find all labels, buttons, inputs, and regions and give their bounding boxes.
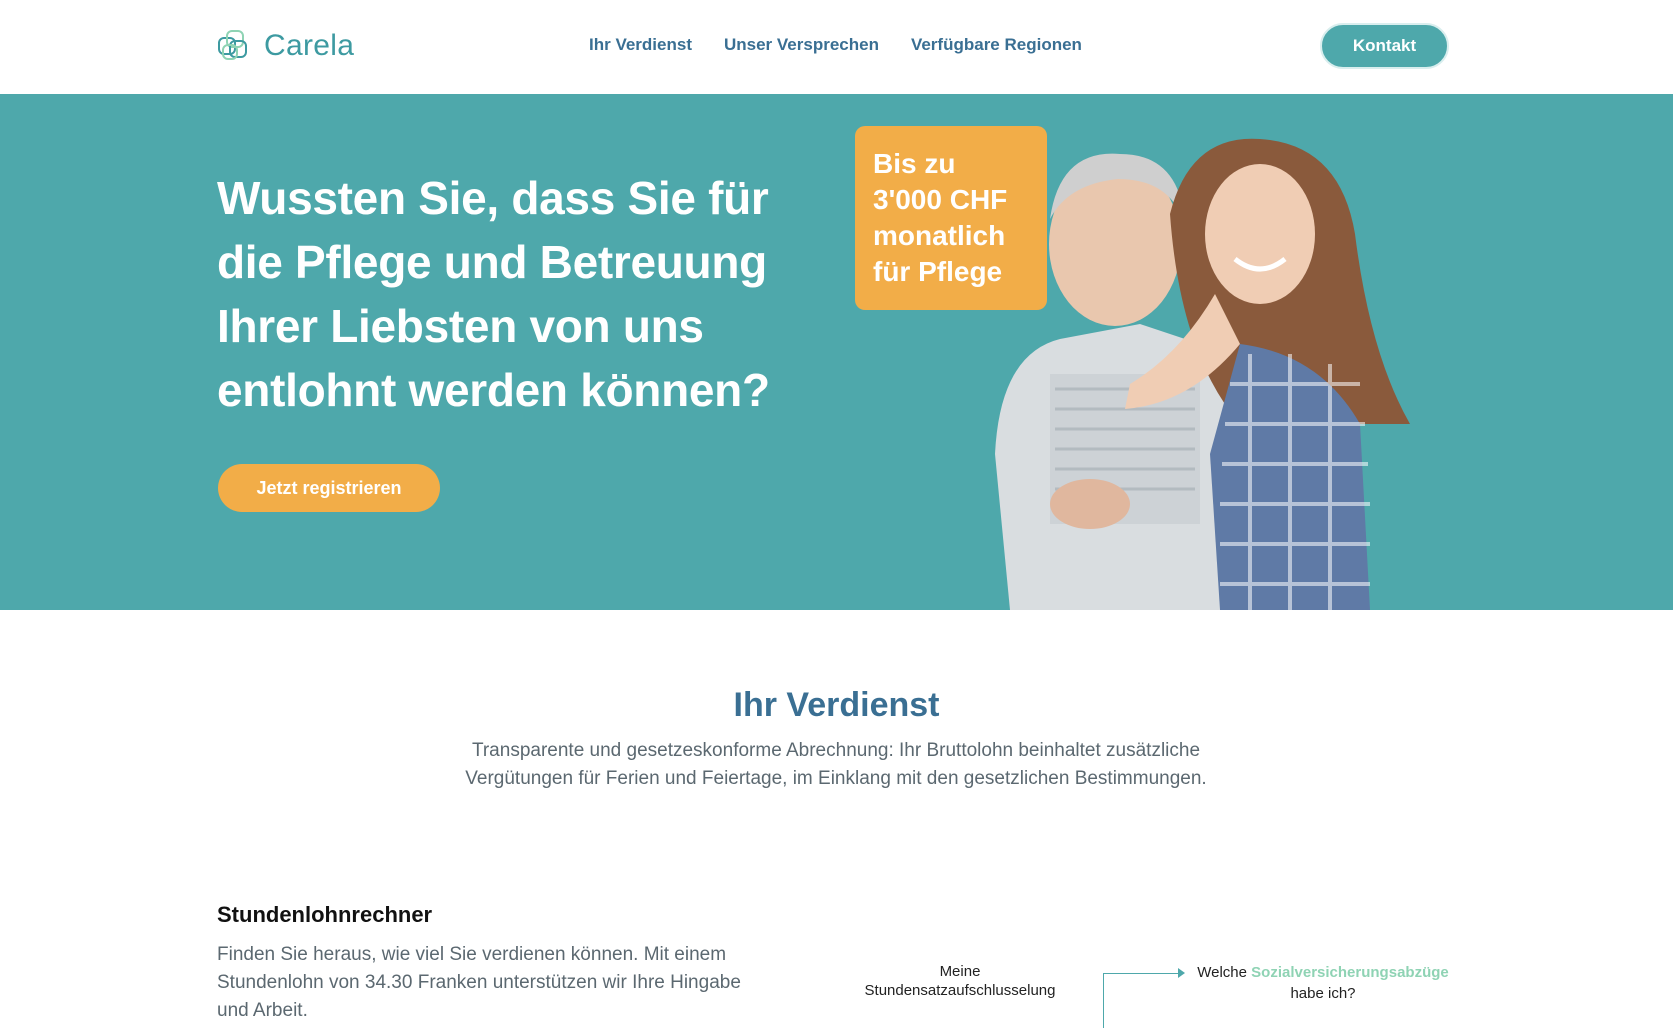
nav-link-verdienst[interactable]: Ihr Verdienst	[589, 35, 692, 55]
main-nav: Ihr Verdienst Unser Versprechen Verfügba…	[589, 35, 1082, 55]
hero-section: Wussten Sie, dass Sie für die Pflege und…	[0, 94, 1673, 610]
diagram-node-b-highlight: Sozialversicherungsabzüge	[1251, 964, 1449, 981]
earnings-badge: Bis zu 3'000 CHF monatlich für Pflege	[855, 126, 1047, 310]
logo[interactable]: Carela	[216, 28, 354, 64]
register-button[interactable]: Jetzt registrieren	[218, 464, 440, 512]
diagram-node-b-pre: Welche	[1197, 964, 1247, 981]
section-description: Transparente und gesetzeskonforme Abrech…	[465, 740, 1207, 789]
logo-text: Carela	[264, 29, 355, 62]
site-header: Carela Ihr Verdienst Unser Versprechen V…	[0, 0, 1673, 94]
nav-link-regionen[interactable]: Verfügbare Regionen	[911, 35, 1082, 55]
contact-button[interactable]: Kontakt	[1320, 23, 1449, 69]
diagram-node-a-line1: Meine	[939, 963, 981, 980]
diagram-connector-horizontal	[1103, 973, 1182, 974]
carela-logo-icon	[218, 30, 247, 60]
diagram-node-rate-breakdown: Meine Stundensatzaufschlusselung	[850, 962, 1070, 1000]
nav-link-versprechen[interactable]: Unser Versprechen	[724, 35, 879, 55]
diagram-node-a-line2: Stundensatzaufschlusselung	[864, 982, 1056, 999]
hero-title: Wussten Sie, dass Sie für die Pflege und…	[217, 172, 770, 416]
calculator-description: Finden Sie heraus, wie viel Sie verdiene…	[217, 944, 741, 1021]
diagram-node-social-deductions: Welche Sozialversicherungsabzüge habe ic…	[1188, 962, 1458, 1004]
diagram-connector-vertical	[1103, 973, 1104, 1028]
section-title-verdienst: Ihr Verdienst	[733, 686, 940, 724]
diagram-node-b-post: habe ich?	[1290, 985, 1356, 1002]
diagram-arrow-icon	[1178, 968, 1185, 978]
calculator-title: Stundenlohnrechner	[217, 902, 433, 927]
